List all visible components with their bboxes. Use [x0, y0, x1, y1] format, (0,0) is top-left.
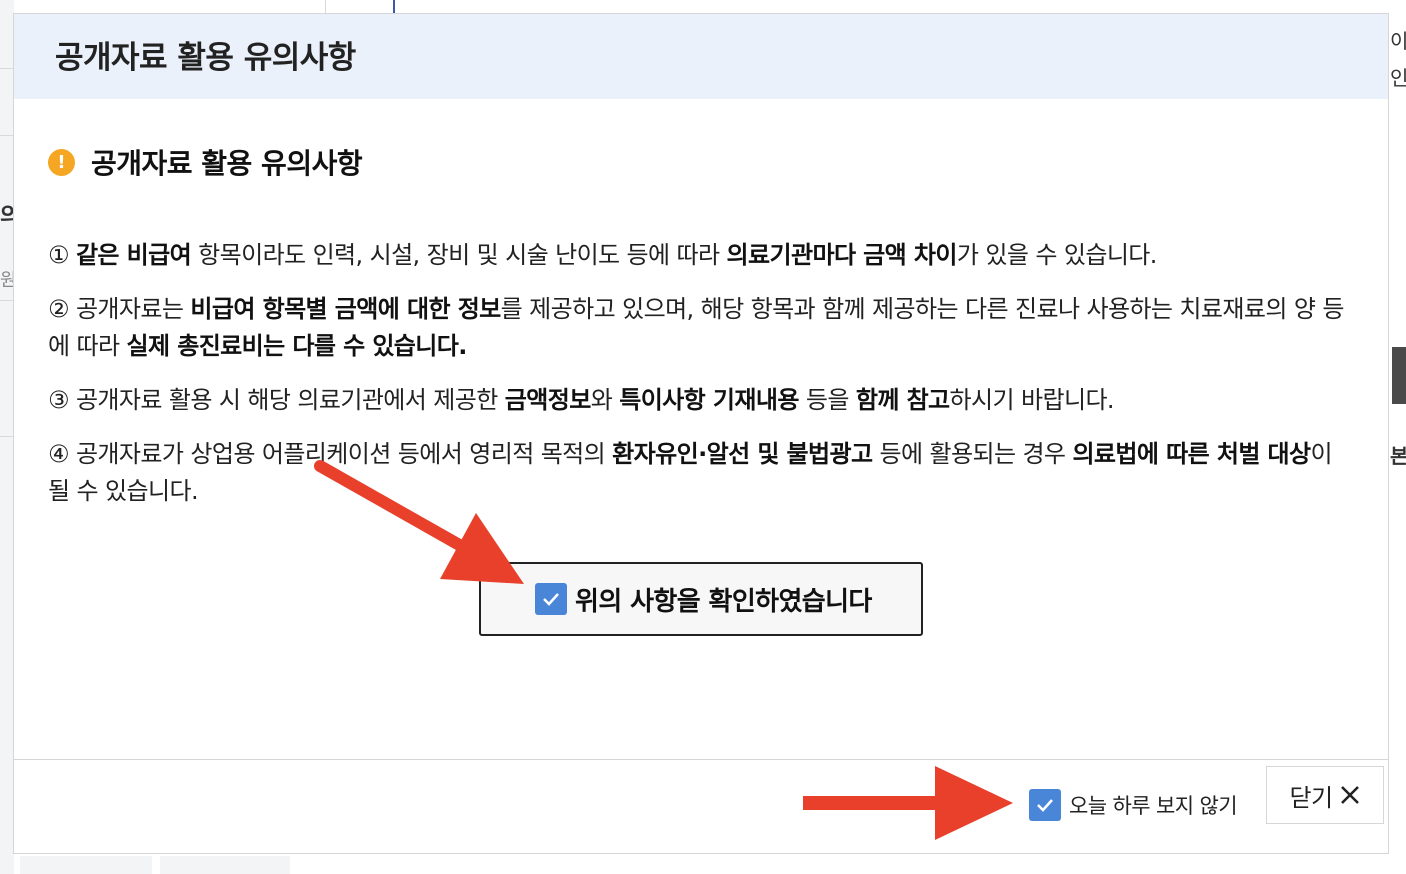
annotation-arrows	[314, 460, 1013, 840]
annotation-arrow	[314, 460, 524, 584]
annotation-arrow	[803, 766, 1013, 840]
